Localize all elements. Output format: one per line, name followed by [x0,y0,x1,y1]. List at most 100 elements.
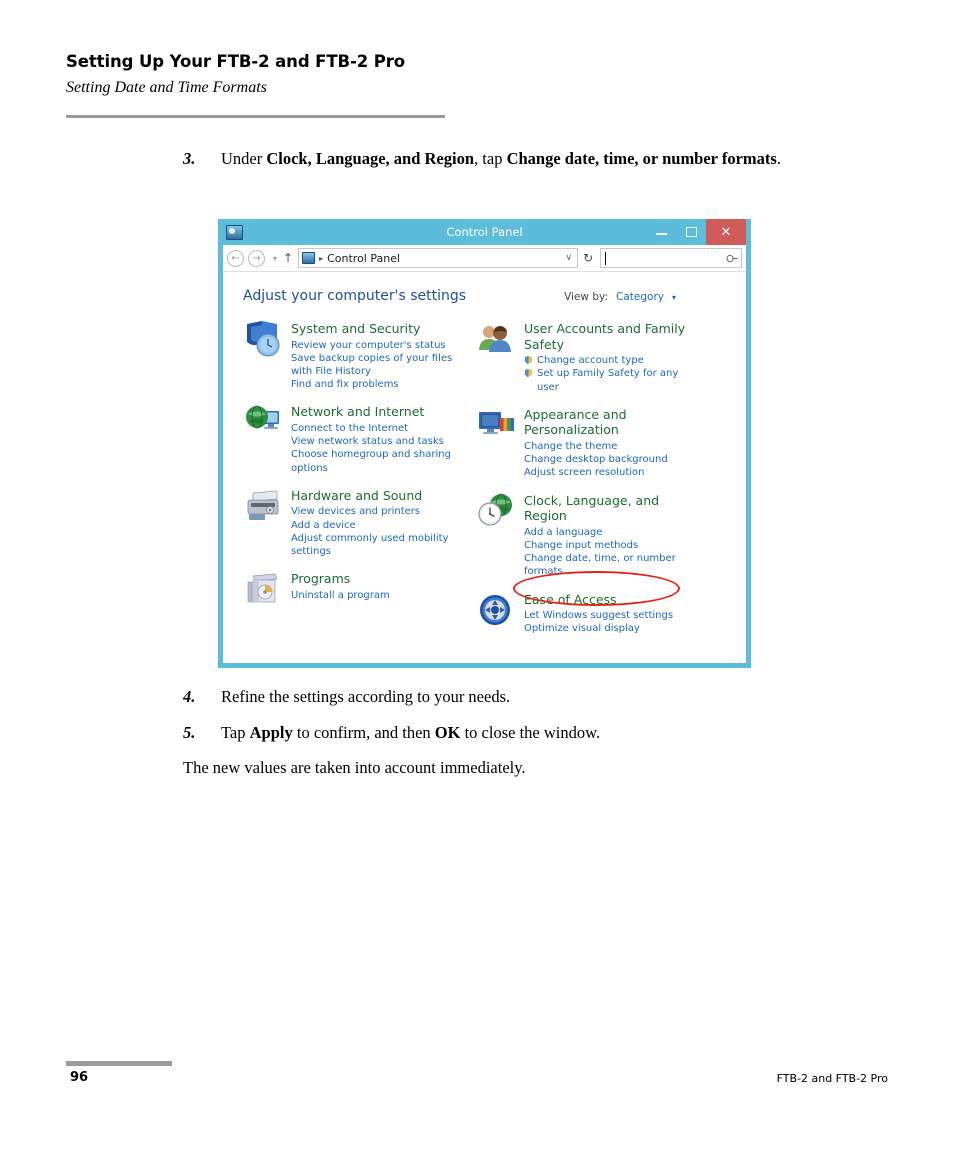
category-link[interactable]: Set up Family Safety for any user [524,367,691,393]
category-link[interactable]: Add a language [524,526,691,539]
category-system-and-security[interactable]: System and Security Review your computer… [243,320,458,391]
category-link[interactable]: Adjust screen resolution [524,466,691,479]
category-text: Hardware and Sound View devices and prin… [291,487,458,558]
page-subtitle: Setting Date and Time Formats [66,79,267,96]
address-bar-icon [302,252,316,264]
step-4-text: Refine the settings according to your ne… [221,687,511,706]
up-button[interactable]: ↑ [283,251,293,265]
step-3: 3. Under Clock, Language, and Region, ta… [183,148,783,170]
category-clock-language-and-region[interactable]: Clock, Language, and Region Add a langua… [476,492,691,579]
category-text: Ease of Access Let Windows suggest setti… [524,591,673,636]
category-link-label: Change account type [537,355,644,367]
category-link[interactable]: Save backup copies of your files with Fi… [291,352,458,378]
back-button[interactable]: ← [227,249,244,267]
category-link[interactable]: Find and fix problems [291,378,458,391]
forward-button[interactable]: → [248,249,265,267]
uac-shield-icon [524,369,533,379]
maximize-icon [685,227,697,237]
programs-box-icon [243,570,283,608]
chevron-down-icon[interactable]: ∨ [565,253,572,263]
category-link[interactable]: Review your computer's status [291,339,458,352]
maximize-button[interactable] [676,219,706,245]
left-category-column: System and Security Review your computer… [243,320,458,648]
closing-paragraph: The new values are taken into account im… [183,758,526,777]
category-link[interactable]: Uninstall a program [291,589,390,602]
monitor-palette-icon [476,406,516,444]
step-5: 5. Tap Apply to confirm, and then OK to … [183,722,783,744]
step-4: 4. Refine the settings according to your… [183,686,783,708]
address-bar: ← → ▾ ↑ ▸ Control Panel ∨ ↻ [223,245,746,272]
category-network-and-internet[interactable]: Network and Internet Connect to the Inte… [243,403,458,474]
breadcrumb-path: Control Panel [327,251,401,265]
category-link[interactable]: Change the theme [524,440,691,453]
category-link[interactable]: View devices and printers [291,505,458,518]
close-button[interactable]: ✕ [706,219,746,245]
category-title[interactable]: System and Security [291,321,458,337]
search-icon [726,254,738,262]
category-link[interactable]: Change account type [524,354,691,367]
category-link[interactable]: Add a device [291,519,458,532]
clock-globe-icon [476,492,516,530]
category-hardware-and-sound[interactable]: Hardware and Sound View devices and prin… [243,487,458,558]
step-4-number: 4. [183,687,196,706]
control-panel-window: Control Panel ✕ ← → ▾ ↑ ▸ Control Panel … [218,219,751,668]
view-by-control: View by: Category ▾ [564,291,726,303]
page-title: Setting Up Your FTB-2 and FTB-2 Pro [66,52,406,71]
page-number: 96 [70,1070,89,1085]
window-controls: ✕ [646,219,746,245]
globe-monitor-icon [243,403,283,441]
category-title[interactable]: Hardware and Sound [291,488,458,504]
category-title[interactable]: Clock, Language, and Region [524,493,691,524]
category-text: Programs Uninstall a program [291,570,390,608]
ease-of-access-icon [476,591,516,629]
category-link[interactable]: Let Windows suggest settings [524,609,673,622]
right-category-column: User Accounts and Family Safety Change a… [476,320,691,648]
control-panel-content: Adjust your computer's settings View by:… [223,272,746,663]
category-link[interactable]: Choose homegroup and sharing options [291,448,458,474]
category-text: User Accounts and Family Safety Change a… [524,320,691,394]
category-link[interactable]: Adjust commonly used mobility settings [291,532,458,558]
category-link[interactable]: Optimize visual display [524,622,673,635]
window-titlebar: Control Panel ✕ [223,219,746,245]
category-text: Appearance and Personalization Change th… [524,406,691,480]
search-input[interactable] [600,248,742,268]
step-3-text: Under Clock, Language, and Region, tap C… [221,149,781,168]
category-link[interactable]: Change input methods [524,539,691,552]
breadcrumb-separator-icon: ▸ [319,253,324,263]
category-title[interactable]: Appearance and Personalization [524,407,691,438]
category-link[interactable]: Change desktop background [524,453,691,466]
category-appearance-and-personalization[interactable]: Appearance and Personalization Change th… [476,406,691,480]
category-text: Clock, Language, and Region Add a langua… [524,492,691,579]
category-link[interactable]: Connect to the Internet [291,422,458,435]
category-ease-of-access[interactable]: Ease of Access Let Windows suggest setti… [476,591,691,636]
control-panel-icon [226,224,243,240]
category-title[interactable]: Programs [291,571,390,587]
uac-shield-icon [524,356,533,365]
chevron-down-icon[interactable]: ▾ [672,293,676,302]
step-5-text: Tap Apply to confirm, and then OK to clo… [221,723,601,742]
printer-icon [243,487,283,525]
shield-clock-icon [243,320,283,358]
content-heading: Adjust your computer's settings [243,288,467,304]
category-link[interactable]: View network status and tasks [291,435,458,448]
step-3-number: 3. [183,149,196,168]
step-5-number: 5. [183,723,196,742]
address-input[interactable]: ▸ Control Panel ∨ [298,248,579,268]
category-title[interactable]: Network and Internet [291,404,458,420]
category-link-change-date-time[interactable]: Change date, time, or number formats [524,552,691,578]
page-header: Setting Up Your FTB-2 and FTB-2 Pro Sett… [66,52,446,97]
minimize-button[interactable] [646,219,676,245]
refresh-button[interactable]: ↻ [583,251,593,265]
users-icon [476,320,516,358]
recent-locations-button[interactable]: ▾ [273,254,277,263]
view-by-value[interactable]: Category [616,291,664,303]
category-user-accounts-and-family-safety[interactable]: User Accounts and Family Safety Change a… [476,320,691,394]
category-text: System and Security Review your computer… [291,320,458,391]
minimize-icon [655,233,667,235]
text-cursor [605,251,607,265]
category-columns: System and Security Review your computer… [243,320,726,648]
category-title[interactable]: User Accounts and Family Safety [524,321,691,352]
view-by-label: View by: [564,291,609,303]
category-programs[interactable]: Programs Uninstall a program [243,570,458,608]
category-title[interactable]: Ease of Access [524,592,673,608]
